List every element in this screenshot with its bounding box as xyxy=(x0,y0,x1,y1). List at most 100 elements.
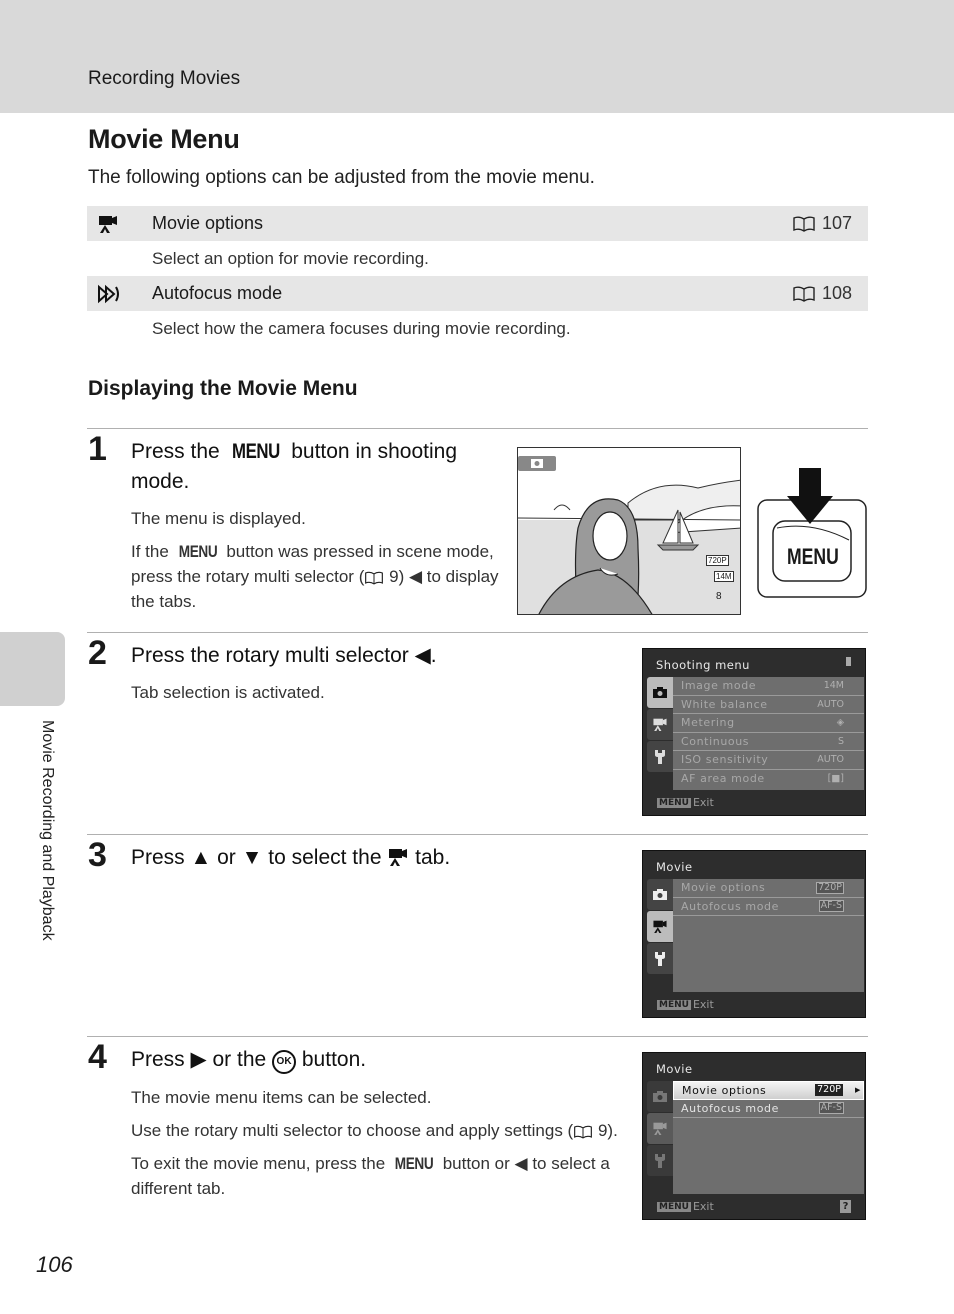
tab-setup[interactable] xyxy=(647,943,673,974)
menu-item[interactable]: White balance AUTO xyxy=(673,696,864,714)
option-row-movie-options: Movie options 107 xyxy=(87,206,868,241)
text: Press the xyxy=(131,440,226,463)
step-text: Use the rotary multi selector to choose … xyxy=(131,1118,621,1143)
page-reference-number[interactable]: 9 xyxy=(598,1121,607,1140)
tab-setup[interactable] xyxy=(647,1145,673,1176)
tab-shooting[interactable] xyxy=(647,1081,673,1112)
menu-button-glyph: MENU xyxy=(178,542,217,561)
autofocus-mode-icon xyxy=(87,284,152,304)
option-label: Autofocus mode xyxy=(152,283,283,303)
options-table: Movie options 107 Select an option for m… xyxy=(87,206,868,346)
menu-panel: Image mode 14M White balance AUTO Metering… xyxy=(673,677,864,790)
page-reference-number[interactable]: 9 xyxy=(389,567,398,586)
step-number: 3 xyxy=(88,836,107,874)
menu-item-label: Continuous xyxy=(681,734,750,748)
movie-size-indicator: 720P xyxy=(706,555,729,566)
menu-item-value: AF-S xyxy=(818,1102,844,1115)
exit-label[interactable]: Exit xyxy=(693,998,714,1011)
step-number: 2 xyxy=(88,634,107,672)
step-number: 4 xyxy=(88,1038,107,1076)
menu-panel: Movie options 720P Autofocus mode AF-S xyxy=(673,879,864,992)
tab-movie[interactable] xyxy=(647,911,673,942)
submenu-arrow-icon: ▶ xyxy=(855,1086,861,1095)
menu-item-label: Movie options xyxy=(682,1083,767,1097)
exit-label[interactable]: Exit xyxy=(693,796,714,809)
menu-item[interactable]: Autofocus mode AF-S xyxy=(673,1100,864,1118)
menu-item-label: AF area mode xyxy=(681,772,765,786)
step-text: To exit the movie menu, press the MENU b… xyxy=(131,1151,621,1201)
step-title: Press ▶ or the OK button. xyxy=(131,1045,366,1075)
tab-movie[interactable] xyxy=(647,709,673,740)
menu-item-label: White balance xyxy=(681,697,768,711)
step-title: Press the rotary multi selector ◀. xyxy=(131,644,437,667)
menu-tabs xyxy=(647,879,673,975)
movie-camera-icon xyxy=(653,718,667,732)
shots-remaining: 8 xyxy=(716,591,722,602)
page-reference[interactable]: 108 xyxy=(792,283,868,304)
press-arrow-icon xyxy=(757,468,867,598)
menu-item-value: S xyxy=(837,735,844,747)
step-divider xyxy=(87,834,868,835)
option-label: Movie options xyxy=(152,213,264,233)
exit-label[interactable]: Exit xyxy=(693,1200,714,1213)
menu-item-label: Metering xyxy=(681,716,735,730)
menu-item-value: ◈ xyxy=(836,717,844,729)
menu-item[interactable]: Autofocus mode AF-S xyxy=(673,898,864,916)
step-text: If the MENU button was pressed in scene … xyxy=(131,539,506,614)
movie-camera-icon xyxy=(389,849,408,866)
menu-item[interactable]: AF area mode [■] xyxy=(673,770,864,789)
battery-icon xyxy=(846,657,851,666)
step-divider xyxy=(87,632,868,633)
header-band xyxy=(0,0,954,113)
menu-item[interactable]: Image mode 14M xyxy=(673,677,864,696)
tab-shooting[interactable] xyxy=(647,879,673,910)
text: Press ▶ or the xyxy=(131,1048,273,1071)
wrench-icon xyxy=(655,951,665,966)
text: To exit the movie menu, press the xyxy=(131,1154,390,1173)
menu-item-value: 14M xyxy=(823,680,844,692)
menu-item-selected[interactable]: Movie options 720P ▶ xyxy=(673,1081,864,1100)
menu-item[interactable]: Metering ◈ xyxy=(673,714,864,733)
step-body: Tab selection is activated. xyxy=(131,680,325,713)
movie-camera-icon xyxy=(653,1122,667,1136)
tab-setup[interactable] xyxy=(647,741,673,772)
movie-tab-screen: Movie Movie options 720P Autofocus mode AF… xyxy=(642,850,866,1018)
menu-chip: MENU xyxy=(657,797,691,808)
movie-camera-icon xyxy=(653,920,667,934)
menu-item-label: Autofocus mode xyxy=(681,899,779,913)
help-icon[interactable]: ? xyxy=(840,1200,851,1213)
image-mode-indicator: 14M xyxy=(714,571,734,582)
option-description: Select how the camera focuses during mov… xyxy=(152,318,571,338)
text: If the xyxy=(131,542,174,561)
step-divider xyxy=(87,1036,868,1037)
camera-icon xyxy=(653,687,667,698)
camera-icon xyxy=(653,1091,667,1102)
tab-movie[interactable] xyxy=(647,1113,673,1144)
chapter-tab[interactable] xyxy=(0,632,65,706)
menu-item[interactable]: Continuous S xyxy=(673,733,864,751)
text: Press ▲ or ▼ to select the xyxy=(131,846,388,869)
menu-item-value: 720P xyxy=(816,881,844,894)
page-reference[interactable]: 107 xyxy=(792,213,868,234)
menu-item-value: AUTO xyxy=(817,698,844,710)
menu-item[interactable]: ISO sensitivity AUTO xyxy=(673,751,864,770)
menu-item-label: Movie options xyxy=(681,881,766,895)
subsection-title: Displaying the Movie Menu xyxy=(88,377,358,400)
step-text: The movie menu items can be selected. xyxy=(131,1088,432,1107)
page-reference-number: 108 xyxy=(821,283,852,303)
menu-panel: Movie options 720P ▶ Autofocus mode AF-S xyxy=(673,1081,864,1194)
menu-chip: MENU xyxy=(657,1201,691,1212)
menu-item[interactable]: Movie options 720P xyxy=(673,879,864,898)
menu-tabs xyxy=(647,1081,673,1177)
book-icon xyxy=(574,1125,593,1139)
tab-shooting[interactable] xyxy=(647,677,673,708)
menu-item-value: 720P xyxy=(815,1084,843,1097)
camera-icon xyxy=(653,889,667,900)
menu-chip: MENU xyxy=(657,999,691,1010)
menu-button-illustration: MENU xyxy=(757,466,867,598)
movie-camera-icon xyxy=(87,214,152,234)
step-body: The menu is displayed. If the MENU butto… xyxy=(131,506,506,622)
menu-button-glyph: MENU xyxy=(394,1154,434,1173)
step-divider xyxy=(87,428,868,429)
option-row-autofocus-mode: Autofocus mode 108 xyxy=(87,276,868,311)
